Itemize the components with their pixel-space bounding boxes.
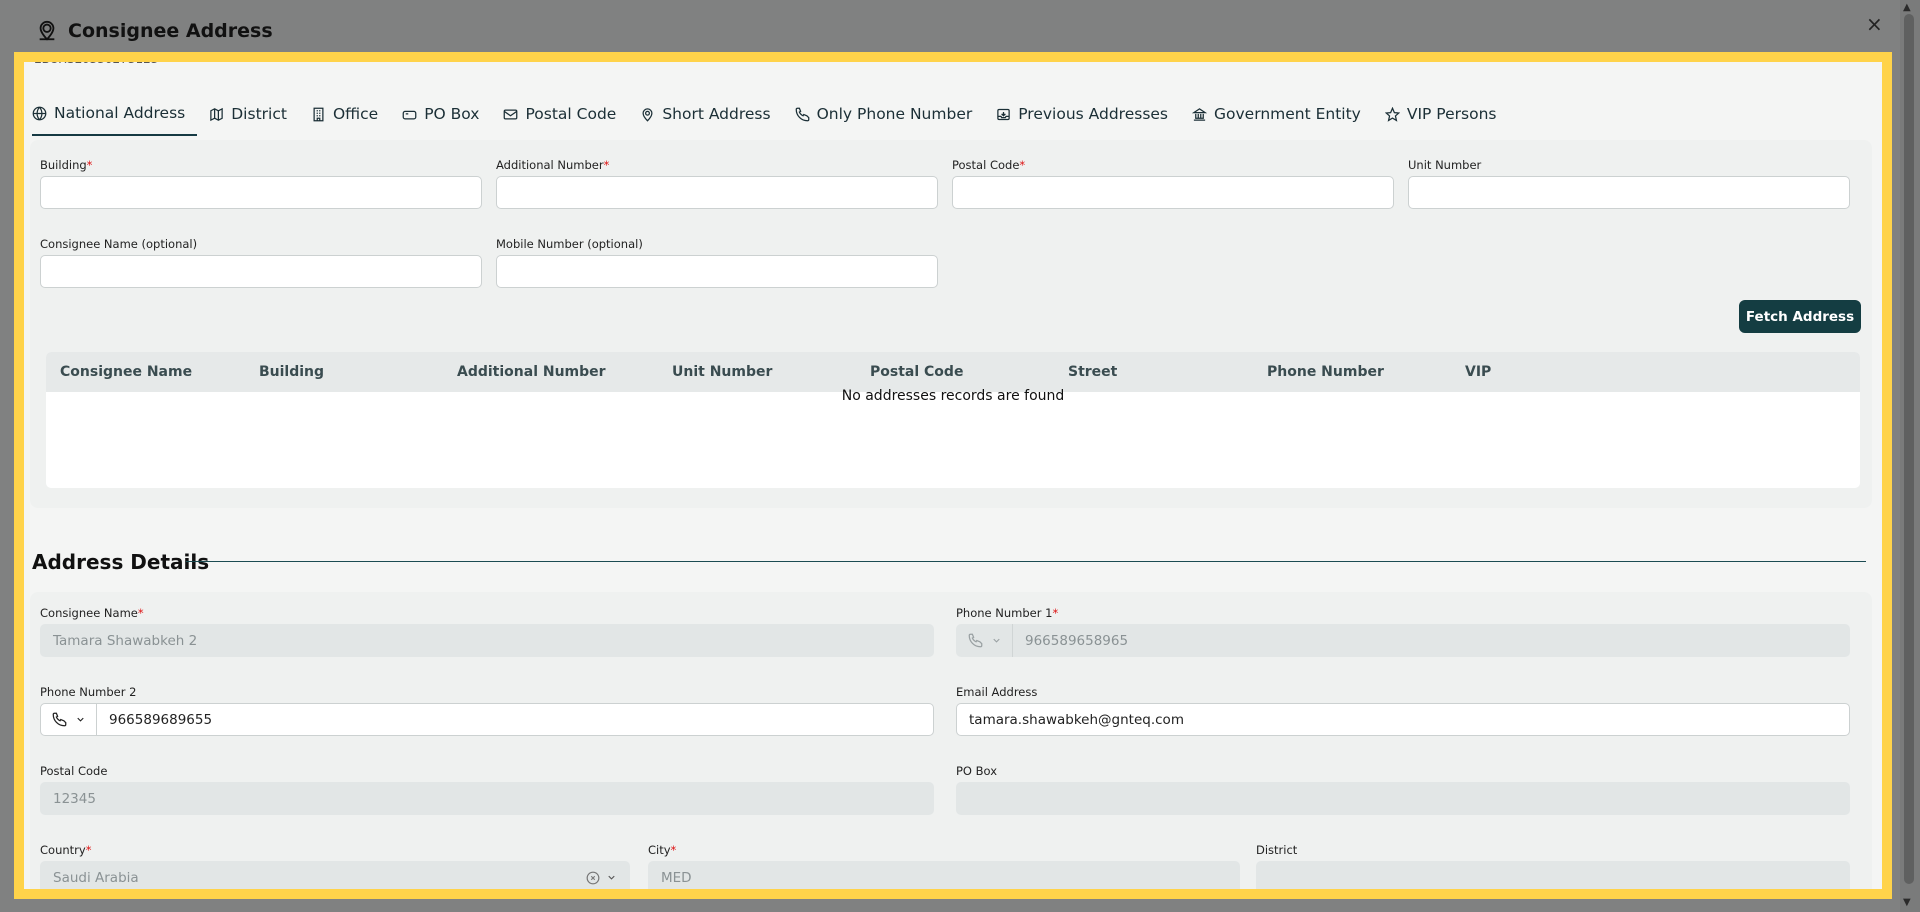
column-header[interactable]: Postal Code (870, 364, 963, 380)
tab-label: Postal Code (525, 105, 617, 123)
building-icon (313, 107, 324, 121)
location-pin-icon (642, 107, 653, 122)
modal-title: Consignee Address (36, 20, 273, 42)
column-header[interactable]: Building (259, 364, 324, 380)
tab-label: Previous Addresses (1018, 105, 1169, 123)
map-icon (210, 107, 223, 121)
addresses-table: Consignee Name Building Additional Numbe… (46, 352, 1860, 488)
tab-district[interactable]: District (209, 104, 299, 136)
phone-number-1-field[interactable]: 966589658965 (956, 624, 1850, 657)
email-address-input[interactable]: tamara.shawabkeh@gnteq.com (956, 703, 1850, 736)
unit-number-input[interactable] (1408, 176, 1850, 209)
column-header[interactable]: Unit Number (672, 364, 772, 380)
tab-label: District (231, 105, 287, 123)
email-address-label: Email Address (956, 685, 1038, 699)
phone-number-2-value: 966589689655 (109, 711, 213, 728)
tab-national-address[interactable]: National Address (32, 104, 198, 136)
address-tabs: National Address District Office PO Box … (32, 104, 1520, 136)
column-header[interactable]: VIP (1465, 364, 1491, 380)
additional-number-label: Additional Number* (496, 158, 610, 172)
fetch-address-button[interactable]: Fetch Address (1739, 300, 1861, 333)
reference-text: EBUXSE0330273123 (34, 52, 159, 66)
building-input[interactable] (40, 176, 482, 209)
tab-label: Only Phone Number (816, 105, 973, 123)
district-label: District (1256, 843, 1298, 857)
consignee-name-input[interactable]: Tamara Shawabkeh 2 (40, 624, 934, 657)
chevron-down-icon (992, 638, 1000, 643)
po-box-label: PO Box (956, 764, 998, 778)
po-box-input[interactable] (956, 782, 1850, 815)
country-value: Saudi Arabia (53, 869, 139, 886)
phone-number-1-value: 966589658965 (1025, 632, 1129, 649)
address-details-heading: Address Details (32, 550, 210, 574)
building-label: Building* (40, 158, 93, 172)
additional-number-input[interactable] (496, 176, 938, 209)
tab-government-entity[interactable]: Government Entity (1192, 104, 1373, 136)
tab-label: National Address (54, 104, 186, 122)
modal-title-text: Consignee Address (68, 20, 273, 42)
table-header: Consignee Name Building Additional Numbe… (46, 352, 1860, 392)
tab-postal-code[interactable]: Postal Code (503, 104, 628, 136)
column-header[interactable]: Phone Number (1267, 364, 1384, 380)
tab-previous-addresses[interactable]: Previous Addresses (996, 104, 1180, 136)
column-header[interactable]: Additional Number (457, 364, 606, 380)
consignee-name-optional-input[interactable] (40, 255, 482, 288)
tab-only-phone-number[interactable]: Only Phone Number (795, 104, 985, 136)
scroll-up-arrow[interactable]: ▲ (1903, 2, 1911, 13)
country-code-selector[interactable] (957, 624, 1013, 657)
landmark-icon (1192, 107, 1208, 121)
phone-icon (52, 712, 66, 727)
phone-number-2-field[interactable]: 966589689655 (40, 703, 934, 736)
tab-label: PO Box (424, 105, 480, 123)
country-code-selector[interactable] (41, 703, 97, 736)
consignee-name-optional-label: Consignee Name (optional) (40, 237, 198, 251)
district-select[interactable] (1256, 861, 1850, 889)
postal-code-input[interactable]: 12345 (40, 782, 934, 815)
address-details-panel: Consignee Name* Tamara Shawabkeh 2 Phone… (30, 592, 1872, 889)
tab-label: Government Entity (1214, 105, 1361, 123)
city-label: City* (648, 843, 677, 857)
mobile-number-optional-label: Mobile Number (optional) (496, 237, 643, 251)
user-location-icon (39, 20, 55, 41)
phone-icon (968, 633, 982, 648)
column-header[interactable]: Street (1068, 364, 1117, 380)
city-select[interactable]: MED (648, 861, 1240, 889)
phone-icon (795, 107, 809, 121)
close-button[interactable]: × (1866, 12, 1883, 36)
empty-table-message: No addresses records are found (841, 388, 1065, 404)
chevron-down-icon (76, 717, 84, 722)
postal-code-label: Postal Code (40, 764, 108, 778)
modal-content-frame: EBUXSE0330273123 National Address Distri… (14, 52, 1892, 899)
postal-code-label: Postal Code* (952, 158, 1026, 172)
tab-po-box[interactable]: PO Box (402, 104, 491, 136)
scrollbar-thumb[interactable] (1904, 14, 1914, 884)
tab-label: VIP Persons (1406, 105, 1497, 123)
tab-label: Short Address (662, 105, 771, 123)
scroll-down-arrow[interactable]: ▼ (1903, 897, 1911, 908)
phone-number-1-label: Phone Number 1* (956, 606, 1059, 620)
tab-office[interactable]: Office (311, 104, 390, 136)
chevron-down-icon[interactable] (606, 872, 617, 883)
mobile-number-optional-input[interactable] (496, 255, 938, 288)
consignee-name-label: Consignee Name* (40, 606, 144, 620)
country-label: Country* (40, 843, 92, 857)
unit-number-label: Unit Number (1408, 158, 1482, 172)
tab-short-address[interactable]: Short Address (640, 104, 782, 136)
tab-label: Office (332, 105, 379, 123)
mail-icon (504, 109, 518, 119)
tab-vip-persons[interactable]: VIP Persons (1384, 104, 1509, 136)
country-select[interactable]: Saudi Arabia (40, 861, 630, 889)
globe-icon (32, 106, 47, 120)
phone-number-2-label: Phone Number 2 (40, 685, 137, 699)
star-icon (1384, 106, 1400, 122)
section-divider (186, 561, 1866, 562)
mailbox-icon (402, 110, 417, 119)
inbox-icon (997, 108, 1010, 120)
national-address-search-panel: Building* Additional Number* Postal Code… (30, 140, 1872, 508)
postal-code-input[interactable] (952, 176, 1394, 209)
clear-icon[interactable] (586, 871, 600, 885)
column-header[interactable]: Consignee Name (60, 364, 192, 380)
